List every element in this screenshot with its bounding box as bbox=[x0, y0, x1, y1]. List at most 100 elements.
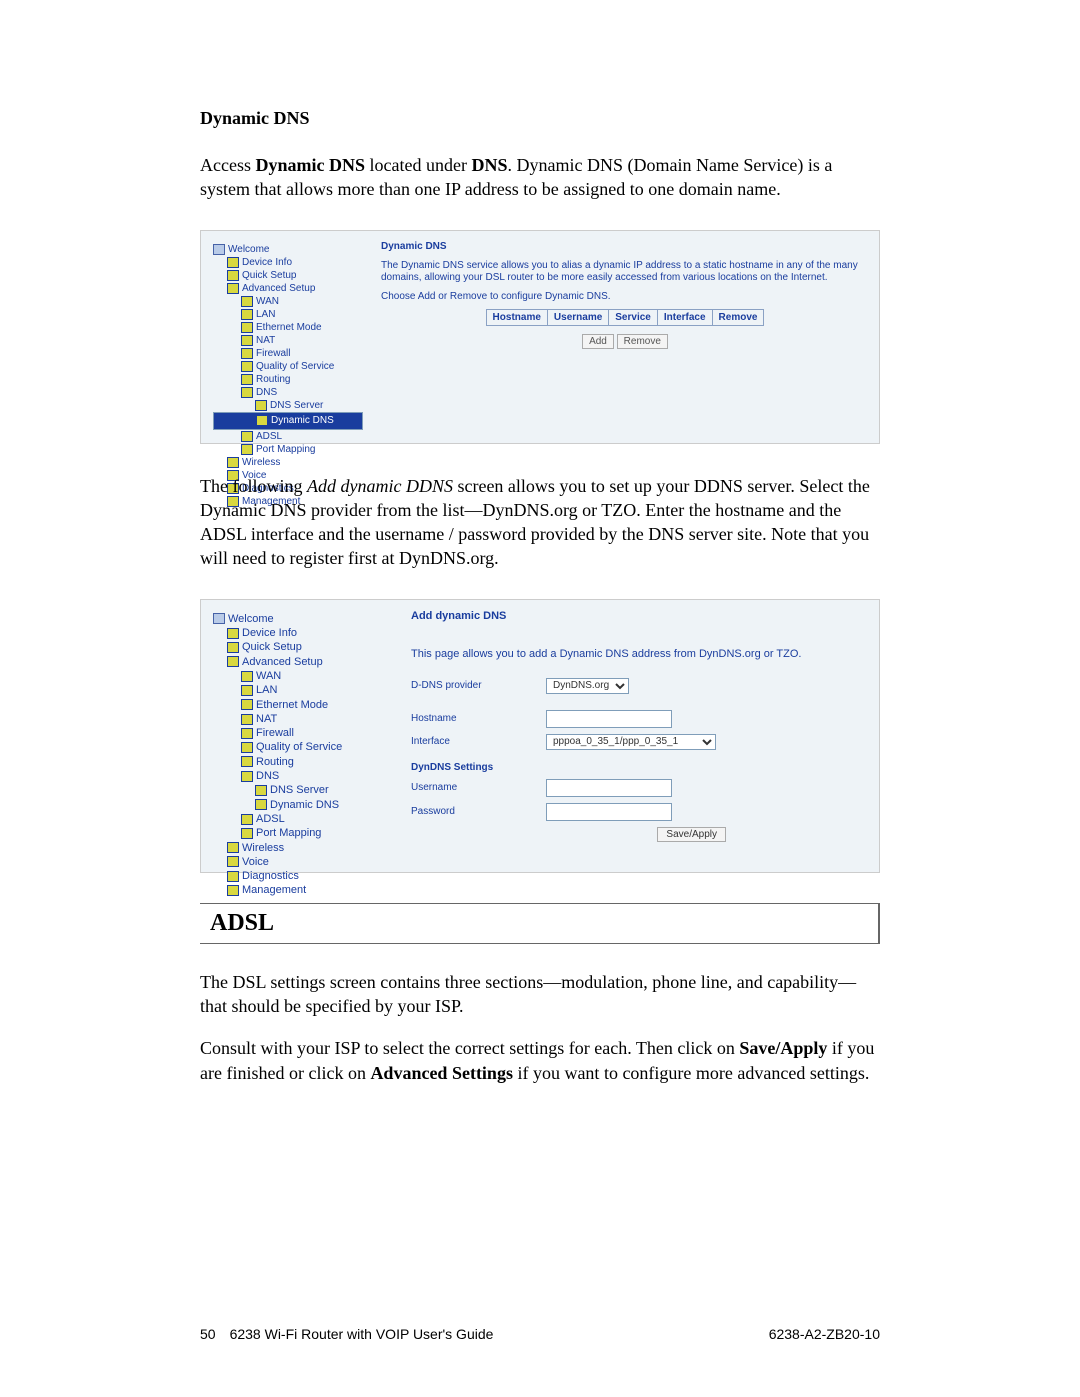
txt-bold: Advanced Settings bbox=[370, 1063, 513, 1083]
tree-ethernet-mode[interactable]: Ethernet Mode bbox=[256, 321, 322, 334]
tree-welcome[interactable]: Welcome bbox=[228, 612, 274, 626]
interface-select[interactable]: pppoa_0_35_1/ppp_0_35_1 bbox=[546, 734, 716, 750]
ddns-form: D-DNS provider DynDNS.org Hostname Inter… bbox=[411, 678, 869, 842]
panel-hint: Choose Add or Remove to configure Dynami… bbox=[381, 291, 869, 304]
label-interface: Interface bbox=[411, 736, 546, 747]
ddns-table: Hostname Username Service Interface Remo… bbox=[486, 309, 765, 326]
tree-dns-server[interactable]: DNS Server bbox=[270, 399, 323, 412]
screenshot-add-ddns: Welcome Device Info Quick Setup Advanced… bbox=[200, 599, 880, 873]
provider-select[interactable]: DynDNS.org bbox=[546, 678, 629, 694]
tree-advanced-setup[interactable]: Advanced Setup bbox=[242, 655, 323, 669]
tree-device-info[interactable]: Device Info bbox=[242, 626, 297, 640]
document-id: 6238-A2-ZB20-10 bbox=[769, 1326, 880, 1342]
tree-voice[interactable]: Voice bbox=[242, 855, 269, 869]
guide-title: 6238 Wi-Fi Router with VOIP User's Guide bbox=[230, 1326, 494, 1342]
folder-icon bbox=[227, 856, 239, 867]
col-username: Username bbox=[547, 310, 608, 326]
tree-wan[interactable]: WAN bbox=[256, 295, 279, 308]
hostname-input[interactable] bbox=[546, 710, 672, 728]
tree-lan[interactable]: LAN bbox=[256, 683, 277, 697]
tree-qos[interactable]: Quality of Service bbox=[256, 360, 334, 373]
panel-add-ddns: Add dynamic DNS This page allows you to … bbox=[393, 610, 869, 862]
tree-routing[interactable]: Routing bbox=[256, 373, 290, 386]
tree-routing[interactable]: Routing bbox=[256, 755, 294, 769]
label-password: Password bbox=[411, 806, 546, 817]
tree-firewall[interactable]: Firewall bbox=[256, 726, 294, 740]
panel-ddns-list: Dynamic DNS The Dynamic DNS service allo… bbox=[363, 241, 869, 433]
tree-nat[interactable]: NAT bbox=[256, 334, 275, 347]
page-icon bbox=[255, 400, 267, 411]
col-interface: Interface bbox=[657, 310, 712, 326]
folder-icon bbox=[241, 335, 253, 346]
col-service: Service bbox=[609, 310, 658, 326]
page-icon bbox=[241, 685, 253, 696]
tree-welcome[interactable]: Welcome bbox=[228, 243, 270, 256]
col-remove: Remove bbox=[712, 310, 764, 326]
remove-button[interactable]: Remove bbox=[617, 334, 668, 349]
page-icon bbox=[241, 431, 253, 442]
root-icon bbox=[213, 613, 225, 624]
tree-device-info[interactable]: Device Info bbox=[242, 256, 292, 269]
txt: The following bbox=[200, 476, 307, 496]
folder-icon bbox=[227, 457, 239, 468]
txt: if you want to configure more advanced s… bbox=[513, 1063, 869, 1083]
folder-icon bbox=[227, 885, 239, 896]
folder-icon bbox=[227, 270, 239, 281]
txt: Consult with your ISP to select the corr… bbox=[200, 1038, 739, 1058]
tree-dns[interactable]: DNS bbox=[256, 386, 277, 399]
page-icon bbox=[255, 799, 267, 810]
tree-port-mapping[interactable]: Port Mapping bbox=[256, 826, 321, 840]
tree-ethernet-mode[interactable]: Ethernet Mode bbox=[256, 698, 328, 712]
root-icon bbox=[213, 244, 225, 255]
heading-dynamic-dns: Dynamic DNS bbox=[200, 108, 880, 129]
add-button[interactable]: Add bbox=[582, 334, 614, 349]
page-icon bbox=[241, 814, 253, 825]
tree-lan[interactable]: LAN bbox=[256, 308, 275, 321]
nav-tree: Welcome Device Info Quick Setup Advanced… bbox=[211, 241, 363, 433]
label-provider: D-DNS provider bbox=[411, 680, 546, 691]
folder-icon bbox=[241, 728, 253, 739]
page-icon bbox=[227, 871, 239, 882]
folder-icon bbox=[227, 642, 239, 653]
tree-quick-setup[interactable]: Quick Setup bbox=[242, 269, 296, 282]
tree-dynamic-dns[interactable]: Dynamic DNS bbox=[271, 414, 334, 427]
page-icon bbox=[241, 671, 253, 682]
tree-dynamic-dns[interactable]: Dynamic DNS bbox=[270, 798, 339, 812]
label-hostname: Hostname bbox=[411, 713, 546, 724]
panel-desc: This page allows you to add a Dynamic DN… bbox=[411, 648, 869, 662]
intro-paragraph: Access Dynamic DNS located under DNS. Dy… bbox=[200, 153, 880, 202]
password-input[interactable] bbox=[546, 803, 672, 821]
txt: Access bbox=[200, 155, 255, 175]
label-username: Username bbox=[411, 782, 546, 793]
tree-wireless[interactable]: Wireless bbox=[242, 841, 284, 855]
page-icon bbox=[241, 444, 253, 455]
tree-nat[interactable]: NAT bbox=[256, 712, 277, 726]
tree-port-mapping[interactable]: Port Mapping bbox=[256, 443, 315, 456]
subheading-dyndns: DynDNS Settings bbox=[411, 756, 726, 773]
col-hostname: Hostname bbox=[486, 310, 547, 326]
tree-qos[interactable]: Quality of Service bbox=[256, 740, 342, 754]
tree-wireless[interactable]: Wireless bbox=[242, 456, 280, 469]
tree-diagnostics[interactable]: Diagnostics bbox=[242, 869, 299, 883]
heading-adsl: ADSL bbox=[200, 903, 880, 944]
page-icon bbox=[241, 296, 253, 307]
page-icon bbox=[241, 361, 253, 372]
tree-advanced-setup[interactable]: Advanced Setup bbox=[242, 282, 315, 295]
tree-management[interactable]: Management bbox=[242, 883, 306, 897]
tree-quick-setup[interactable]: Quick Setup bbox=[242, 640, 302, 654]
tree-adsl[interactable]: ADSL bbox=[256, 812, 285, 826]
folder-icon bbox=[241, 756, 253, 767]
tree-firewall[interactable]: Firewall bbox=[256, 347, 290, 360]
tree-dns[interactable]: DNS bbox=[256, 769, 279, 783]
txt-bold: DNS bbox=[471, 155, 507, 175]
tree-dns-server[interactable]: DNS Server bbox=[270, 783, 329, 797]
username-input[interactable] bbox=[546, 779, 672, 797]
tree-adsl[interactable]: ADSL bbox=[256, 430, 282, 443]
page-icon bbox=[256, 415, 268, 426]
folder-icon bbox=[241, 374, 253, 385]
tree-wan[interactable]: WAN bbox=[256, 669, 281, 683]
txt-bold: Dynamic DNS bbox=[255, 155, 365, 175]
panel-desc: The Dynamic DNS service allows you to al… bbox=[381, 260, 869, 285]
page-icon bbox=[241, 322, 253, 333]
save-apply-button[interactable]: Save/Apply bbox=[657, 827, 726, 842]
